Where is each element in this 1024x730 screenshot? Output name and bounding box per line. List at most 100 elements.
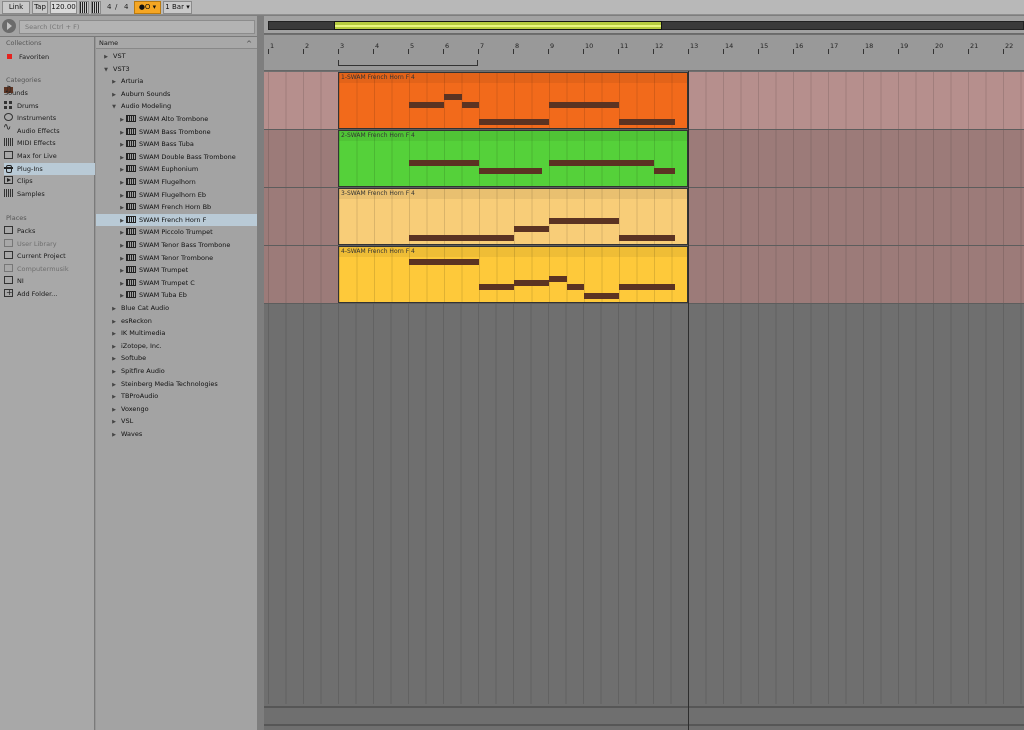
tree-item[interactable]: ▶ SWAM Double Bass Trombone — [96, 151, 257, 163]
tree-item[interactable]: ▼ VST3 — [96, 63, 257, 75]
place-user-library[interactable]: User Library — [4, 238, 95, 250]
collapsed-arrow-icon[interactable]: ▶ — [118, 190, 126, 202]
collapsed-arrow-icon[interactable]: ▶ — [118, 290, 126, 302]
midi-note[interactable] — [444, 93, 462, 100]
category-instruments[interactable]: Instruments — [4, 112, 95, 124]
collapsed-arrow-icon[interactable]: ▶ — [118, 227, 126, 239]
midi-note[interactable] — [619, 118, 675, 125]
midi-note[interactable] — [409, 160, 479, 166]
tree-item[interactable]: ▼ Audio Modeling — [96, 100, 257, 112]
collapsed-arrow-icon[interactable]: ▶ — [110, 366, 118, 378]
tree-item[interactable]: ▶ SWAM French Horn Bb — [96, 201, 257, 213]
tree-item[interactable]: ▶ SWAM Flugelhorn Eb — [96, 189, 257, 201]
tree-item[interactable]: ▶ SWAM Bass Trombone — [96, 126, 257, 138]
collapsed-arrow-icon[interactable]: ▶ — [118, 253, 126, 265]
midi-clip[interactable]: 4-SWAM French Horn F 4 — [338, 246, 688, 303]
collapsed-arrow-icon[interactable]: ▶ — [110, 404, 118, 416]
tree-item[interactable]: ▶ Blue Cat Audio — [96, 302, 257, 314]
tree-item[interactable]: ▶ Spitfire Audio — [96, 365, 257, 377]
midi-note[interactable] — [479, 118, 549, 125]
collapsed-arrow-icon[interactable]: ▶ — [118, 127, 126, 139]
tree-item[interactable]: ▶ Arturia — [96, 75, 257, 87]
category-samples[interactable]: Samples — [4, 188, 95, 200]
tree-item[interactable]: ▶ SWAM Trumpet — [96, 264, 257, 276]
collapsed-arrow-icon[interactable]: ▶ — [110, 429, 118, 441]
expanded-arrow-icon[interactable]: ▼ — [110, 101, 118, 113]
collapsed-arrow-icon[interactable]: ▶ — [118, 278, 126, 290]
midi-note[interactable] — [409, 234, 514, 241]
collapsed-arrow-icon[interactable]: ▶ — [110, 303, 118, 315]
tree-item[interactable]: ▶ SWAM French Horn F — [96, 213, 257, 226]
tree-item[interactable]: ▶ SWAM Flugelhorn — [96, 176, 257, 188]
tree-item[interactable]: ▶ VSL — [96, 415, 257, 427]
midi-clip[interactable]: 2-SWAM French Horn F 4 — [338, 130, 688, 187]
quantize-menu[interactable]: 1 Bar ▾ — [163, 1, 192, 14]
midi-clip[interactable]: 3-SWAM French Horn F 4 — [338, 188, 688, 245]
category-drums[interactable]: Drums — [4, 100, 95, 112]
collapsed-arrow-icon[interactable]: ▶ — [110, 353, 118, 365]
tree-item[interactable]: ▶ IK Multimedia — [96, 327, 257, 339]
tree-item[interactable]: ▶ Voxengo — [96, 403, 257, 415]
tree-item[interactable]: ▶ SWAM Alto Trombone — [96, 113, 257, 125]
midi-note[interactable] — [409, 259, 479, 266]
tree-item[interactable]: ▶ iZotope, Inc. — [96, 340, 257, 352]
category-max-for-live[interactable]: Max for Live — [4, 150, 95, 162]
category-audio-effects[interactable]: Audio Effects — [3, 122, 95, 137]
track-lane[interactable]: 3-SWAM French Horn F 4 — [264, 188, 1024, 246]
time-signature-denominator[interactable]: 4 — [124, 1, 128, 14]
midi-note[interactable] — [619, 234, 675, 241]
place-ni[interactable]: NI — [4, 275, 95, 287]
midi-note[interactable] — [584, 292, 619, 299]
midi-note[interactable] — [461, 102, 479, 108]
track-lane[interactable]: 2-SWAM French Horn F 4 — [264, 130, 1024, 188]
preview-play-icon[interactable] — [2, 19, 16, 33]
collapsed-arrow-icon[interactable]: ▶ — [118, 177, 126, 189]
empty-area[interactable] — [264, 304, 1024, 704]
tree-item[interactable]: ▶ Waves — [96, 428, 257, 440]
place-computermusik[interactable]: Computermusik — [4, 263, 95, 275]
collapsed-arrow-icon[interactable]: ▶ — [110, 379, 118, 391]
midi-note[interactable] — [514, 280, 549, 287]
tree-item[interactable]: ▶ Auburn Sounds — [96, 88, 257, 100]
midi-note[interactable] — [549, 276, 567, 282]
place-add-folder-[interactable]: Add Folder... — [4, 287, 95, 300]
collapsed-arrow-icon[interactable]: ▶ — [110, 328, 118, 340]
nudge-up-button[interactable] — [91, 1, 101, 14]
midi-note[interactable] — [619, 284, 675, 291]
track-lane[interactable]: 4-SWAM French Horn F 4 — [264, 246, 1024, 304]
nudge-down-button[interactable] — [79, 1, 89, 14]
expanded-arrow-icon[interactable]: ▼ — [102, 64, 110, 76]
collapsed-arrow-icon[interactable]: ▶ — [110, 341, 118, 353]
collapsed-arrow-icon[interactable]: ▶ — [118, 152, 126, 164]
link-button[interactable]: Link — [2, 1, 30, 14]
collapsed-arrow-icon[interactable]: ▶ — [118, 139, 126, 151]
beat-time-ruler[interactable]: 1 2 3 4 5 6 7 8 9 10 11 12 13 14 15 16 17 18 19 20 21 22 — [264, 35, 1024, 71]
midi-clip[interactable]: 1-SWAM French Horn F 4 — [338, 72, 688, 129]
track-lane[interactable]: 1-SWAM French Horn F 4 — [264, 72, 1024, 130]
tree-item[interactable]: ▶ TBProAudio — [96, 390, 257, 402]
tap-tempo-button[interactable]: Tap — [32, 1, 48, 14]
collapsed-arrow-icon[interactable]: ▶ — [110, 89, 118, 101]
collapsed-arrow-icon[interactable]: ▶ — [118, 202, 126, 214]
collapsed-arrow-icon[interactable]: ▶ — [118, 114, 126, 126]
tree-item[interactable]: ▶ SWAM Piccolo Trumpet — [96, 226, 257, 238]
name-column-header[interactable]: Name — [96, 37, 257, 50]
category-clips[interactable]: Clips — [4, 175, 95, 187]
tree-item[interactable]: ▶ SWAM Euphonium — [96, 163, 257, 175]
tree-item[interactable]: ▶ VST — [96, 50, 257, 62]
tree-item[interactable]: ▶ SWAM Tenor Bass Trombone — [96, 239, 257, 251]
collapsed-arrow-icon[interactable]: ▶ — [110, 391, 118, 403]
metronome-button[interactable]: ●O ▾ — [134, 1, 161, 14]
overview-selection[interactable] — [334, 21, 662, 30]
tree-item[interactable]: ▶ SWAM Trumpet C — [96, 277, 257, 289]
tree-item[interactable]: ▶ Softube — [96, 352, 257, 364]
tree-item[interactable]: ▶ SWAM Bass Tuba — [96, 138, 257, 150]
collapsed-arrow-icon[interactable]: ▶ — [118, 240, 126, 252]
search-input[interactable] — [19, 20, 255, 34]
collapsed-arrow-icon[interactable]: ▶ — [118, 164, 126, 176]
midi-note[interactable] — [479, 284, 514, 291]
collapsed-arrow-icon[interactable]: ▶ — [110, 76, 118, 88]
category-plug-ins[interactable]: Plug-Ins — [4, 162, 95, 175]
tree-item[interactable]: ▶ esReckon — [96, 315, 257, 327]
time-signature-numerator[interactable]: 4 — [107, 1, 111, 14]
